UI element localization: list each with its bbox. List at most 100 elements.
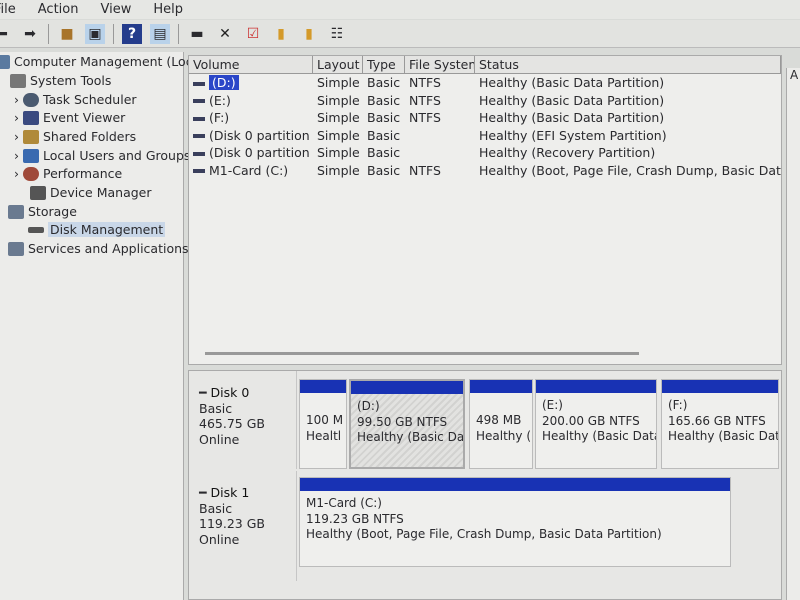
- menu-view[interactable]: View: [98, 2, 133, 17]
- volume-row[interactable]: (Disk 0 partition 1)Simple Basic Healthy (…: [189, 127, 781, 145]
- tree-storage[interactable]: Storage: [8, 204, 77, 219]
- volume-row[interactable]: (F:) Simple Basic NTFS Healthy (Basic Data P…: [189, 109, 781, 127]
- partition-bar: [351, 381, 463, 394]
- disk-state: Online: [199, 431, 240, 447]
- cell-status: Healthy (Recovery Partition): [479, 145, 656, 161]
- tree-performance[interactable]: › Performance: [14, 166, 122, 181]
- partition-block[interactable]: (E:)200.00 GB NTFSHealthy (Basic Data P: [535, 379, 657, 469]
- cell-status: Healthy (Basic Data Partition): [479, 75, 665, 91]
- cell-type: Basic: [367, 92, 401, 108]
- partition-block[interactable]: (F:)165.66 GB NTFSHealthy (Basic Data P: [661, 379, 779, 469]
- up-folder-icon[interactable]: ■: [57, 24, 77, 44]
- column-status[interactable]: Status: [475, 56, 781, 73]
- disk-type: Basic: [199, 500, 233, 516]
- console-tree: Computer Management (Local System Tools …: [0, 52, 204, 600]
- show-action-pane-icon[interactable]: ▤: [150, 23, 170, 44]
- disk-size: 119.23 GB: [199, 516, 265, 531]
- tree-system-tools[interactable]: System Tools: [10, 73, 111, 88]
- partition-block[interactable]: (D:) 99.50 GB NTFS Healthy (Basic Data: [349, 379, 465, 469]
- partition-status: Healthy (Basic Data: [357, 430, 465, 444]
- volume-name: (Disk 0 partition 4): [209, 145, 313, 161]
- partition-block[interactable]: 498 MB Healthy (: [469, 379, 533, 469]
- toolbar-separator: [48, 23, 49, 44]
- cell-volume: (E:): [189, 93, 313, 108]
- menu-help[interactable]: Help: [151, 2, 185, 17]
- tree-services-applications[interactable]: Services and Applications: [8, 241, 189, 256]
- expand-chevron-icon[interactable]: ›: [14, 110, 19, 125]
- event-viewer-icon: [23, 110, 39, 125]
- tree-local-users[interactable]: › Local Users and Groups: [14, 148, 190, 163]
- volume-row[interactable]: (E:) Simple Basic NTFS Healthy (Basic Data P…: [189, 92, 781, 110]
- partition-size: 119.23 GB NTFS: [306, 511, 404, 526]
- partition-size: 165.66 GB NTFS: [668, 413, 766, 428]
- cell-layout: Simple: [317, 75, 360, 91]
- help-icon[interactable]: ?: [122, 23, 142, 44]
- settings-list-icon[interactable]: ☷: [327, 24, 347, 44]
- cell-fs: NTFS: [409, 162, 441, 178]
- expand-chevron-icon[interactable]: ›: [14, 166, 19, 181]
- volume-row[interactable]: (D:) Simple Basic NTFS Healthy (Basic Data P…: [189, 74, 781, 92]
- menu-bar: File Action View Help: [0, 0, 800, 19]
- storage-icon: [8, 204, 24, 219]
- properties-icon[interactable]: ☑: [243, 24, 263, 44]
- show-hide-console-tree-icon[interactable]: ▣: [85, 23, 105, 44]
- search-folder-icon[interactable]: ▮: [299, 24, 319, 44]
- cell-layout: Simple: [317, 145, 360, 161]
- cell-status: Healthy (Basic Data Partition): [479, 92, 665, 108]
- volume-name: (Disk 0 partition 1): [209, 127, 313, 143]
- cell-volume: M1-Card (C:): [189, 163, 313, 178]
- toolbar: ⬅ ➡ ■ ▣ ? ▤ ▬ ✕ ☑ ▮ ▮ ☷: [0, 20, 800, 48]
- expand-chevron-icon[interactable]: ›: [14, 129, 19, 144]
- column-file-system[interactable]: File System: [405, 56, 475, 73]
- tree-task-scheduler[interactable]: › Task Scheduler: [14, 92, 137, 107]
- column-layout[interactable]: Layout: [313, 56, 363, 73]
- partition-bar: [300, 478, 730, 491]
- column-type[interactable]: Type: [363, 56, 405, 73]
- volume-name: (E:): [209, 92, 231, 108]
- partition-bar: [300, 380, 346, 393]
- horizontal-scrollbar[interactable]: [205, 352, 639, 355]
- cell-layout: Simple: [317, 127, 360, 143]
- volume-row[interactable]: (Disk 0 partition 4)Simple Basic Healthy (…: [189, 144, 781, 162]
- tree-shared-folders[interactable]: › Shared Folders: [14, 129, 136, 144]
- connect-drive-icon[interactable]: ▬: [187, 24, 207, 44]
- disk-size: 465.75 GB: [199, 416, 265, 431]
- users-icon: [23, 148, 39, 163]
- volume-icon: [193, 81, 205, 86]
- shared-folder-icon: [23, 129, 39, 144]
- partition-block[interactable]: 100 M Healtl: [299, 379, 347, 469]
- volume-icon: [193, 169, 205, 174]
- cell-type: Basic: [367, 145, 401, 161]
- tree-computer-management[interactable]: Computer Management (Local: [0, 54, 204, 69]
- toolbar-separator: [113, 23, 114, 44]
- cell-layout: Simple: [317, 162, 360, 178]
- partition-status: Healthy (: [476, 428, 532, 443]
- column-volume[interactable]: Volume: [189, 56, 313, 73]
- expand-chevron-icon[interactable]: ›: [14, 92, 19, 107]
- disk-icon: ━: [199, 385, 207, 400]
- partition-label: [476, 398, 528, 413]
- disk-1-label[interactable]: ━ Disk 1 Basic 119.23 GB Online: [189, 471, 297, 581]
- back-icon[interactable]: ⬅: [0, 24, 12, 44]
- tree-disk-management[interactable]: Disk Management: [28, 222, 166, 237]
- forward-icon[interactable]: ➡: [20, 24, 40, 44]
- expand-chevron-icon[interactable]: ›: [14, 148, 19, 163]
- volume-name: (F:): [209, 110, 230, 126]
- tree-device-manager[interactable]: Device Manager: [30, 185, 152, 200]
- device-manager-icon: [30, 185, 46, 200]
- partition-block[interactable]: M1-Card (C:) 119.23 GB NTFS Healthy (Boot,…: [299, 477, 731, 567]
- volume-icon: [193, 151, 205, 156]
- cell-fs: NTFS: [409, 92, 441, 108]
- volume-icon: [193, 99, 205, 104]
- tree-event-viewer[interactable]: › Event Viewer: [14, 110, 125, 125]
- open-folder-icon[interactable]: ▮: [271, 24, 291, 44]
- volume-row[interactable]: M1-Card (C:) Simple Basic NTFS Healthy (Boot…: [189, 162, 781, 180]
- menu-file[interactable]: File: [0, 2, 18, 17]
- volume-list: Volume Layout Type File System Status (D…: [188, 55, 782, 365]
- disk-0-label[interactable]: ━ Disk 0 Basic 465.75 GB Online: [189, 371, 297, 469]
- partition-bar: [662, 380, 778, 393]
- delete-icon[interactable]: ✕: [215, 24, 235, 44]
- disk-icon: ━: [199, 485, 207, 500]
- cell-status: Healthy (Basic Data Partition): [479, 110, 665, 126]
- menu-action[interactable]: Action: [36, 2, 81, 17]
